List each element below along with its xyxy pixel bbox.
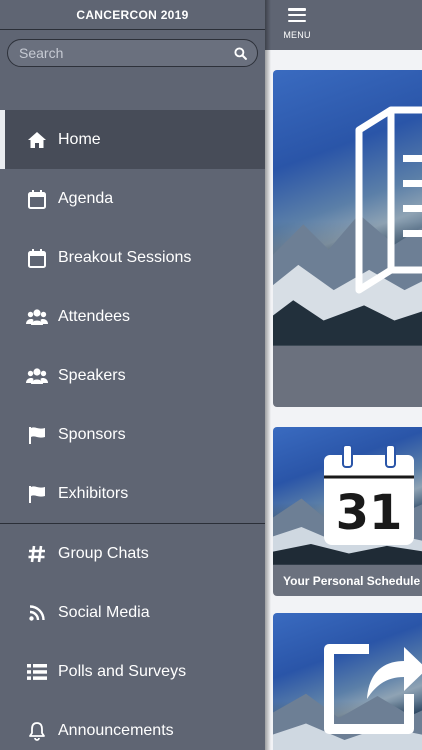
tile-caption bbox=[273, 346, 422, 407]
calendar-icon bbox=[26, 247, 48, 269]
sidebar-item-speakers[interactable]: Speakers bbox=[0, 346, 265, 405]
sidebar-item-label: Home bbox=[58, 130, 101, 148]
sidebar-item-label: Sponsors bbox=[58, 425, 126, 443]
menu-label: MENU bbox=[283, 30, 311, 40]
sidebar-item-label: Polls and Surveys bbox=[58, 662, 187, 680]
document-icon bbox=[355, 106, 422, 294]
calendar-icon bbox=[26, 188, 48, 210]
home-icon bbox=[26, 129, 48, 151]
sidebar-item-attendees[interactable]: Attendees bbox=[0, 287, 265, 346]
sidebar-item-agenda[interactable]: Agenda bbox=[0, 169, 265, 228]
sidebar-item-label: Exhibitors bbox=[58, 484, 129, 502]
sidebar: CANCERCON 2019 Home Agenda Breakout Sess… bbox=[0, 0, 265, 750]
menu-button[interactable]: MENU bbox=[281, 8, 313, 40]
top-bar: MENU bbox=[265, 0, 422, 50]
sidebar-item-sponsors[interactable]: Sponsors bbox=[0, 405, 265, 464]
panel-shadow bbox=[265, 0, 271, 750]
hamburger-icon bbox=[288, 8, 306, 22]
tile-image bbox=[273, 70, 422, 346]
sidebar-item-label: Announcements bbox=[58, 721, 174, 739]
tile-personal-schedule[interactable]: 31 Your Personal Schedule bbox=[273, 427, 422, 596]
sidebar-item-label: Group Chats bbox=[58, 544, 149, 562]
flag-icon bbox=[26, 424, 48, 446]
sidebar-item-polls-and-surveys[interactable]: Polls and Surveys bbox=[0, 642, 265, 701]
tile-resources[interactable] bbox=[273, 70, 422, 407]
tile-image: 31 bbox=[273, 427, 422, 565]
sidebar-item-social-media[interactable]: Social Media bbox=[0, 583, 265, 642]
sidebar-item-group-chats[interactable]: Group Chats bbox=[0, 524, 265, 583]
calendar-31-icon: 31 bbox=[324, 445, 414, 545]
list-icon bbox=[26, 661, 48, 683]
search-icon[interactable] bbox=[233, 46, 247, 60]
users-icon bbox=[26, 306, 48, 328]
sidebar-item-breakout-sessions[interactable]: Breakout Sessions bbox=[0, 228, 265, 287]
share-icon bbox=[324, 644, 422, 734]
flag-icon bbox=[26, 483, 48, 505]
tile-caption: Your Personal Schedule bbox=[273, 565, 422, 596]
rss-icon bbox=[26, 602, 48, 624]
app-title: CANCERCON 2019 bbox=[0, 0, 265, 30]
sidebar-item-label: Agenda bbox=[58, 189, 114, 207]
main-content: 31 Your Personal Schedule bbox=[265, 50, 422, 750]
search-input[interactable] bbox=[19, 45, 233, 61]
sidebar-item-label: Attendees bbox=[58, 307, 131, 325]
users-icon bbox=[26, 365, 48, 387]
sidebar-item-label: Speakers bbox=[58, 366, 126, 384]
sidebar-item-label: Social Media bbox=[58, 603, 150, 621]
search-area bbox=[0, 30, 265, 110]
sidebar-item-announcements[interactable]: Announcements bbox=[0, 701, 265, 750]
hashtag-icon bbox=[26, 543, 48, 565]
search-box[interactable] bbox=[7, 39, 258, 67]
bell-icon bbox=[26, 720, 48, 742]
sidebar-item-label: Breakout Sessions bbox=[58, 248, 192, 266]
sidebar-item-home[interactable]: Home bbox=[0, 110, 265, 169]
calendar-day: 31 bbox=[336, 485, 403, 541]
tile-share[interactable] bbox=[273, 613, 422, 750]
sidebar-item-exhibitors[interactable]: Exhibitors bbox=[0, 464, 265, 523]
tile-image bbox=[273, 613, 422, 750]
